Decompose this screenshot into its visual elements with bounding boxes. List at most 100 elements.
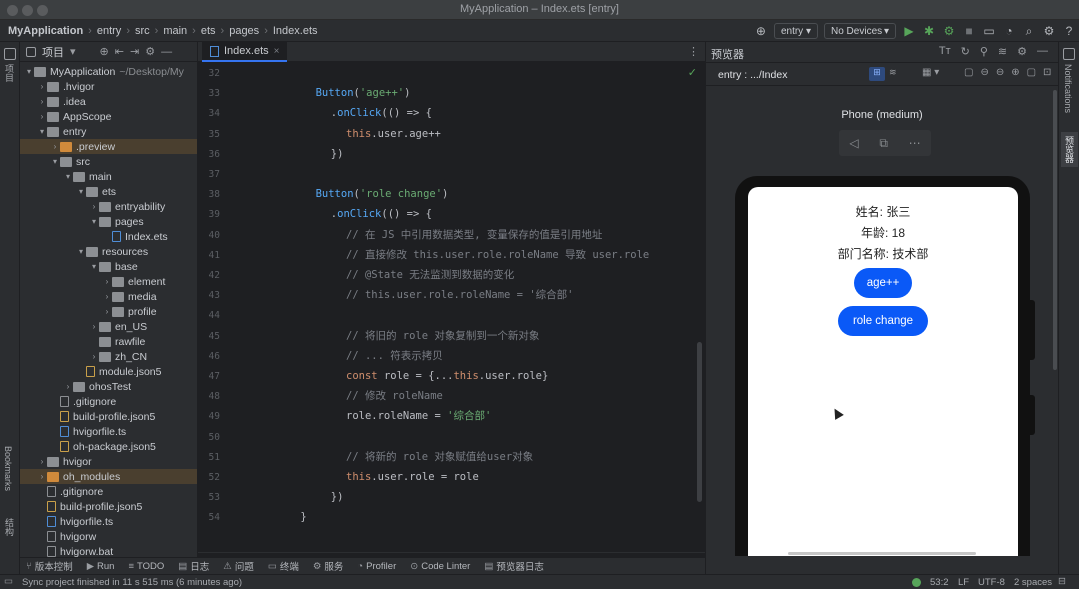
bookmarks-tool-label[interactable]: Bookmarks — [3, 446, 13, 491]
code-line[interactable] — [240, 430, 270, 445]
target-icon[interactable]: ⊕ — [751, 20, 771, 42]
bottom-tool-button[interactable]: ▭ 终端 — [268, 559, 299, 574]
tree-item[interactable]: › profile — [20, 304, 197, 319]
breadcrumb-item[interactable]: pages — [229, 25, 259, 37]
breadcrumb-item[interactable]: src — [135, 25, 150, 37]
chevron-right-icon[interactable]: › — [37, 97, 47, 106]
tree-item[interactable]: module.json5 — [20, 364, 197, 379]
chevron-down-icon[interactable]: ▾ — [24, 67, 34, 76]
chevron-right-icon[interactable]: › — [102, 292, 112, 301]
inspector-icon[interactable]: ⊞ — [869, 67, 885, 81]
device-combo[interactable]: No Devices ▾ — [824, 23, 896, 39]
health-indicator-icon[interactable] — [912, 578, 921, 587]
notifications-tool-label[interactable]: Notifications — [1063, 64, 1073, 113]
tree-item[interactable]: › entryability — [20, 199, 197, 214]
tree-item[interactable]: › .preview — [20, 139, 197, 154]
chevron-right-icon[interactable]: › — [89, 322, 99, 331]
refresh-icon[interactable]: ↻ — [961, 45, 970, 58]
more-icon[interactable]: ⋯ — [909, 136, 921, 150]
code-line[interactable]: .onClick(() => { — [240, 207, 432, 222]
age-increment-button[interactable]: age++ — [854, 268, 912, 298]
bottom-tool-button[interactable]: ▤ 日志 — [178, 559, 209, 574]
tree-item[interactable]: .gitignore — [20, 484, 197, 499]
breadcrumb-item[interactable]: MyApplication — [8, 25, 83, 37]
tree-item[interactable]: › element — [20, 274, 197, 289]
tree-item[interactable]: ▾ src — [20, 154, 197, 169]
bottom-tool-button[interactable]: ▤ 预览器日志 — [484, 559, 544, 574]
hide-panel-icon[interactable]: — — [1037, 45, 1048, 58]
search-icon[interactable]: ⌕ — [1019, 20, 1039, 42]
role-change-button[interactable]: role change — [838, 306, 928, 336]
tree-item[interactable]: › AppScope — [20, 109, 197, 124]
chevron-right-icon[interactable]: › — [89, 202, 99, 211]
tree-item[interactable]: ▾ base — [20, 259, 197, 274]
settings-icon[interactable]: ⚙ — [1039, 20, 1059, 42]
code-line[interactable]: .onClick(() => { — [240, 106, 432, 121]
tree-item[interactable]: › ohosTest — [20, 379, 197, 394]
pin-icon[interactable]: ⚲ — [980, 45, 988, 58]
chevron-right-icon[interactable]: › — [50, 142, 60, 151]
project-panel-title[interactable]: 项目 — [42, 44, 64, 60]
chevron-down-icon[interactable]: ▾ — [89, 262, 99, 271]
grid-icon[interactable]: ▦ ▾ — [922, 67, 939, 78]
chevron-right-icon[interactable]: › — [37, 112, 47, 121]
code-line[interactable]: this.user.role = role — [240, 470, 479, 485]
breadcrumb-item[interactable]: entry — [97, 25, 121, 37]
lock-icon[interactable]: ⊟ — [1058, 576, 1066, 587]
tree-item[interactable]: hvigorfile.ts — [20, 514, 197, 529]
chevron-down-icon[interactable]: ▾ — [37, 127, 47, 136]
locate-icon[interactable]: ⊕ — [100, 45, 109, 58]
folder-icon[interactable]: ▭ — [979, 20, 999, 42]
tree-item[interactable]: hvigorfile.ts — [20, 424, 197, 439]
code-line[interactable] — [240, 308, 270, 323]
code-line[interactable]: this.user.age++ — [240, 127, 441, 142]
bottom-tool-button[interactable]: ⚙ 服务 — [313, 559, 344, 574]
expand-all-icon[interactable]: ⇥ — [130, 45, 139, 58]
bottom-tool-button[interactable]: ⚠ 问题 — [223, 559, 254, 574]
code-area[interactable]: Button('age++') .onClick(() => {this.user… — [240, 62, 700, 552]
breadcrumb-item[interactable]: ets — [201, 25, 216, 37]
chevron-right-icon[interactable]: › — [37, 472, 47, 481]
previewer-scrollbar[interactable] — [1053, 90, 1057, 370]
code-line[interactable]: } — [240, 510, 306, 525]
editor-scrollbar[interactable] — [697, 342, 702, 502]
tree-item[interactable]: ▾ MyApplication ~/Desktop/My — [20, 64, 197, 79]
bottom-tool-button[interactable]: ⊙ Code Linter — [410, 561, 470, 572]
chevron-down-icon[interactable]: ▾ — [89, 217, 99, 226]
tree-item[interactable]: ▾ ets — [20, 184, 197, 199]
chevron-right-icon[interactable]: › — [102, 307, 112, 316]
stop-icon[interactable]: ■ — [959, 20, 979, 42]
code-line[interactable]: }) — [240, 147, 344, 162]
code-line[interactable]: // 直接修改 this.user.role.roleName 导致 user.… — [240, 248, 649, 263]
tree-item[interactable]: › media — [20, 289, 197, 304]
previewer-tool-label[interactable]: 预览器 — [1061, 132, 1078, 167]
chevron-down-icon[interactable]: ▾ — [50, 157, 60, 166]
code-line[interactable] — [240, 167, 270, 182]
tree-item[interactable]: › hvigor — [20, 454, 197, 469]
code-line[interactable]: const role = {...this.user.role} — [240, 369, 548, 384]
tree-item[interactable]: build-profile.json5 — [20, 499, 197, 514]
chevron-right-icon[interactable]: › — [89, 352, 99, 361]
project-tool-icon[interactable] — [4, 48, 16, 60]
back-icon[interactable]: ◁ — [849, 136, 858, 150]
tree-item[interactable]: › oh_modules — [20, 469, 197, 484]
code-line[interactable]: // ... 符表示拷贝 — [240, 349, 443, 364]
user-icon[interactable]: ◔ — [999, 20, 1019, 42]
run-icon[interactable]: ▶ — [899, 20, 919, 42]
line-separator[interactable]: LF — [958, 577, 969, 588]
gear-icon[interactable]: ⚙ — [1017, 45, 1027, 58]
indent-setting[interactable]: 2 spaces — [1014, 577, 1052, 588]
profile-run-icon[interactable]: ⚙ — [939, 20, 959, 42]
zoom-tools[interactable]: ▢⊖⊖⊕▢⊡ — [964, 67, 1058, 78]
chevron-down-icon[interactable]: ▾ — [63, 172, 73, 181]
bottom-tool-button[interactable]: ⑂ 版本控制 — [26, 559, 73, 574]
code-line[interactable]: // this.user.role.roleName = '综合部' — [240, 288, 573, 303]
caret-position[interactable]: 53:2 — [930, 577, 949, 588]
code-line[interactable]: role.roleName = '综合部' — [240, 409, 491, 424]
chevron-right-icon[interactable]: › — [63, 382, 73, 391]
hide-panel-icon[interactable]: — — [161, 46, 172, 58]
status-message[interactable]: Sync project finished in 11 s 515 ms (6 … — [22, 577, 242, 588]
module-combo[interactable]: entry ▾ — [773, 23, 818, 39]
code-line[interactable]: // 修改 roleName — [240, 389, 443, 404]
tree-item[interactable]: hvigorw — [20, 529, 197, 544]
